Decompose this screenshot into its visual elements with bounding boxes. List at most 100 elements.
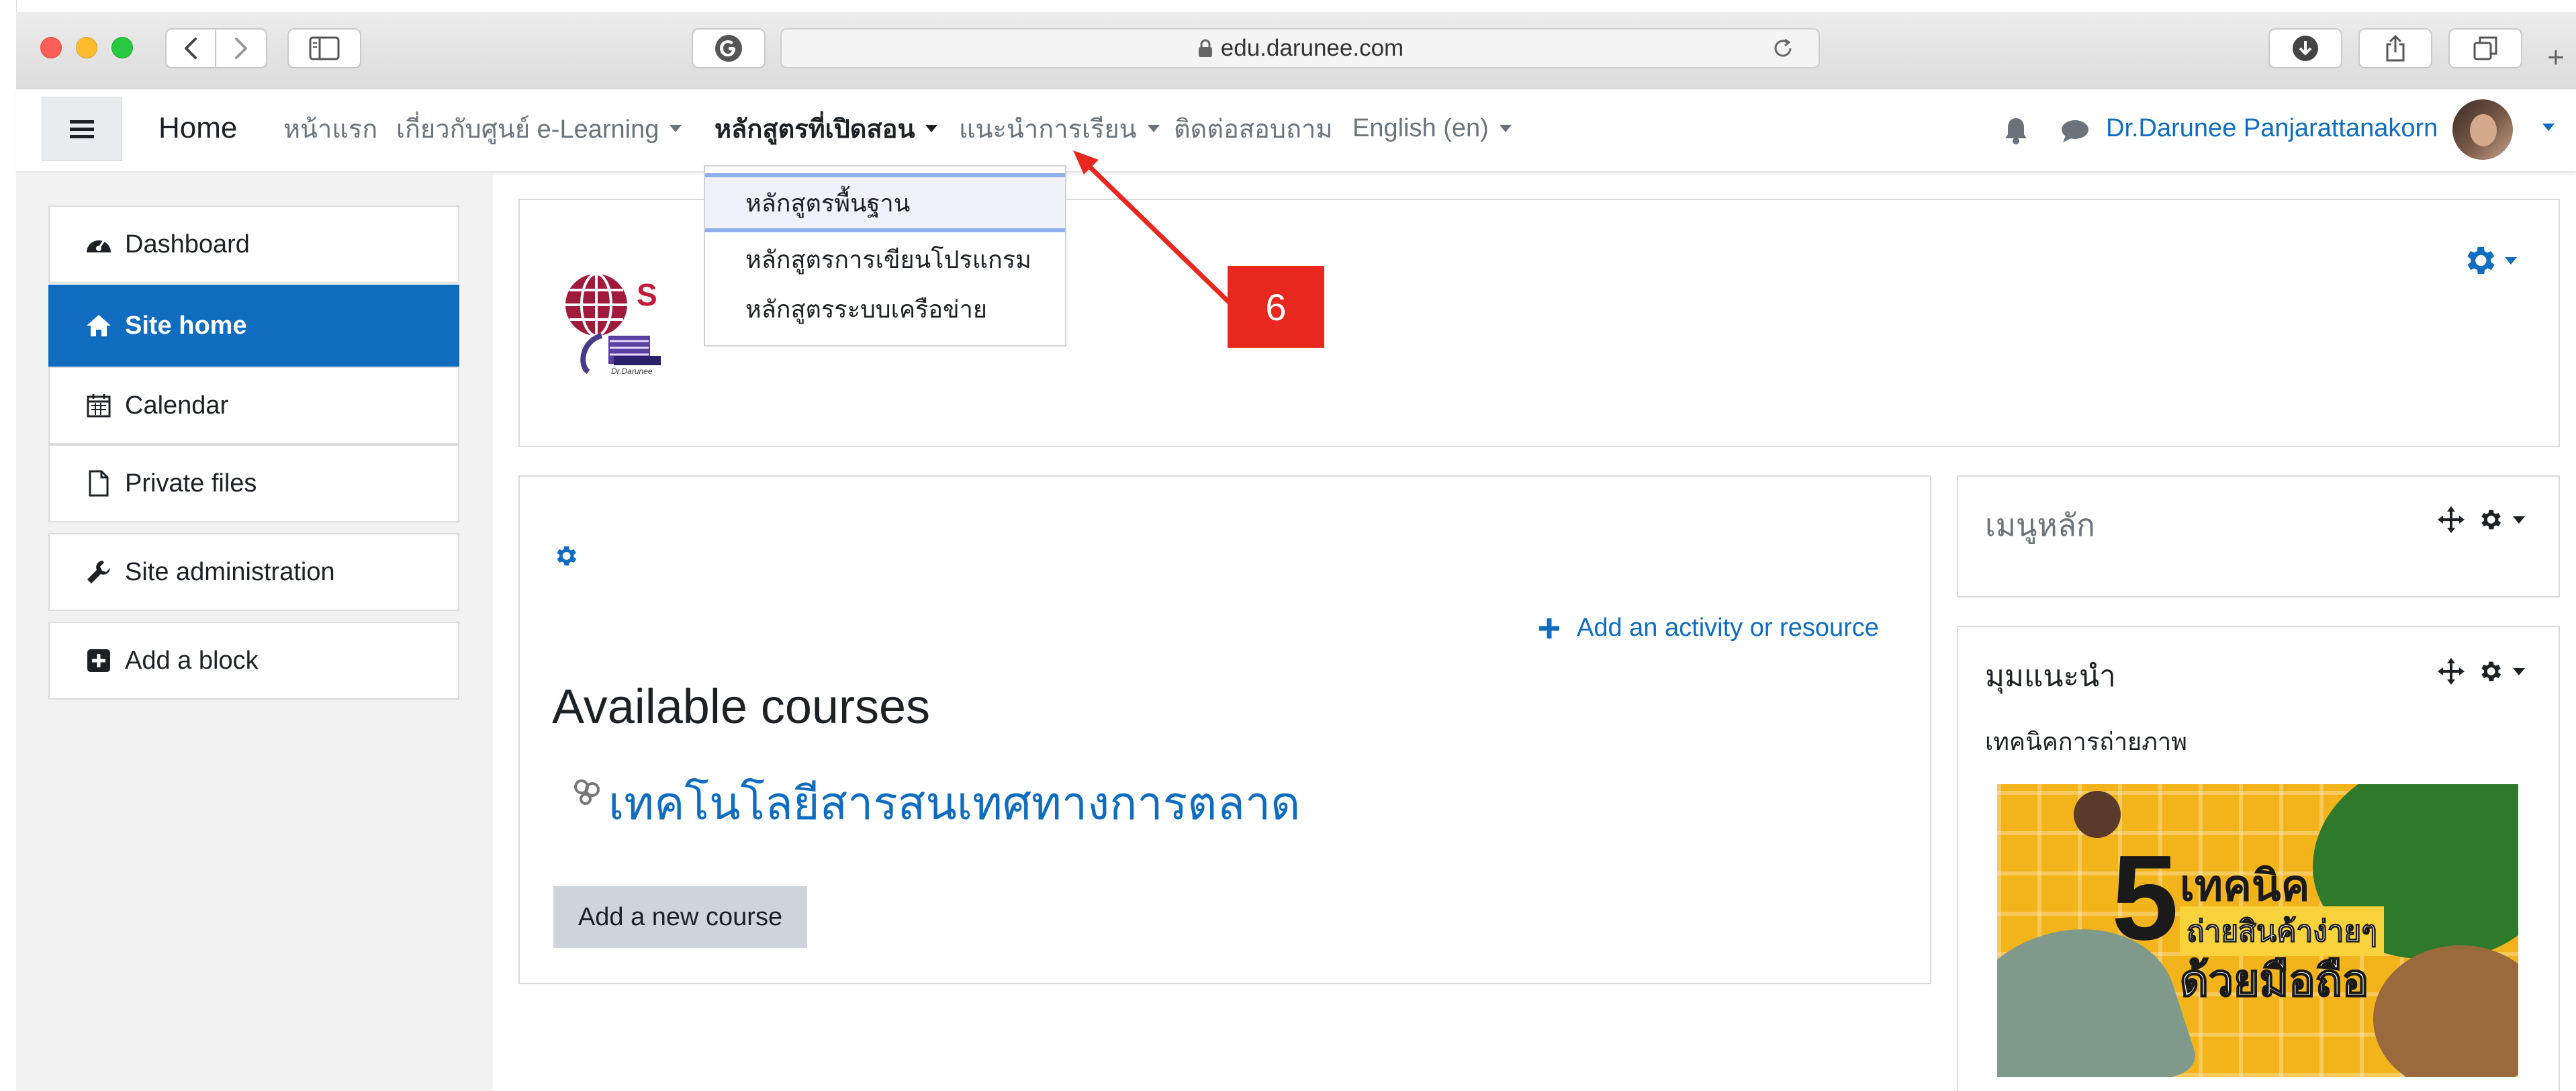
user-menu-toggle[interactable]	[2542, 122, 2555, 134]
user-name[interactable]: Dr.Darunee Panjarattanakorn	[2106, 107, 2438, 149]
gear-icon[interactable]	[2477, 658, 2503, 685]
maximize-window-button[interactable]	[111, 37, 133, 58]
navbar-brand[interactable]: Home	[158, 107, 237, 149]
annotation-step-badge: 6	[1228, 266, 1324, 348]
logo-letter: S	[637, 277, 657, 312]
add-activity-link[interactable]: Add an activity or resource	[1538, 614, 1879, 643]
bell-icon	[2005, 118, 2027, 144]
calendar-icon	[83, 390, 114, 421]
courses-dropdown-menu: หลักสูตรพื้นฐาน หลักสูตรการเขียนโปรแกรม …	[704, 165, 1066, 346]
dropdown-item-label: หลักสูตรการเขียนโปรแกรม	[745, 245, 1031, 273]
back-forward-buttons	[165, 28, 267, 68]
nav-item-guide[interactable]: แนะนำการเรียน	[959, 107, 1160, 149]
language-menu[interactable]: English (en)	[1352, 107, 1512, 149]
sidebar-item-label: Add a block	[125, 646, 259, 675]
plus-square-icon	[83, 645, 114, 676]
dropdown-item-label: หลักสูตรระบบเครือข่าย	[745, 295, 987, 323]
gear-icon	[2467, 246, 2495, 275]
nav-item-label: แนะนำการเรียน	[959, 115, 1137, 144]
close-window-button[interactable]	[40, 37, 62, 58]
dropdown-item-programming[interactable]: หลักสูตรการเขียนโปรแกรม	[705, 238, 1065, 281]
drawer-toggle-button[interactable]	[42, 97, 122, 161]
downloads-button[interactable]	[2268, 28, 2342, 68]
minimize-window-button[interactable]	[76, 37, 97, 58]
share-button[interactable]	[2358, 28, 2432, 68]
annotation-arrow	[1073, 150, 1231, 304]
move-icon[interactable]	[2436, 657, 2466, 686]
nav-item-label: หน้าแรก	[283, 115, 378, 144]
dropdown-item-label: หลักสูตรพื้นฐาน	[745, 189, 911, 217]
gear-icon[interactable]	[2477, 506, 2503, 533]
url-text: edu.darunee.com	[1220, 35, 1404, 61]
chevron-left-icon	[185, 38, 197, 59]
forward-button[interactable]	[216, 30, 266, 67]
sidebar-item-label: Site home	[125, 311, 247, 340]
add-block-button[interactable]: Add a block	[48, 622, 459, 700]
lock-icon	[1198, 39, 1212, 57]
chevron-right-icon	[235, 38, 248, 59]
reload-icon[interactable]	[1770, 36, 1796, 61]
caret-down-icon	[2513, 516, 2525, 524]
wrench-icon	[83, 557, 114, 587]
sidebar-item-calendar[interactable]: Calendar	[48, 367, 459, 444]
course-category-icon	[572, 777, 602, 810]
recommend-title: มุมแนะนำ	[1985, 660, 2116, 693]
language-label: English (en)	[1352, 113, 1489, 142]
tabs-overview-button[interactable]	[2448, 28, 2522, 68]
main-menu-title: เมนูหลัก	[1985, 508, 2095, 542]
sidebar-item-site-administration[interactable]: Site administration	[48, 533, 459, 611]
nav-item-label: เกี่ยวกับศูนย์ e-Learning	[396, 115, 659, 144]
plus-icon	[1539, 618, 1559, 638]
nav-item-label: หลักสูตรที่เปิดสอน	[715, 115, 915, 144]
sidebar-item-dashboard[interactable]: Dashboard	[48, 205, 459, 283]
caret-down-icon	[2542, 124, 2555, 131]
caret-down-icon	[2505, 256, 2517, 265]
caret-down-icon	[1499, 124, 1512, 132]
sidebar-icon	[309, 36, 340, 60]
nav-item-about[interactable]: เกี่ยวกับศูนย์ e-Learning	[396, 107, 682, 149]
google-button[interactable]	[692, 28, 766, 68]
tabs-icon	[2473, 36, 2497, 60]
sidebar-item-private-files[interactable]: Private files	[48, 444, 459, 522]
add-new-course-button[interactable]: Add a new course	[553, 886, 807, 948]
nav-item-home-thai[interactable]: หน้าแรก	[283, 107, 377, 149]
home-icon	[83, 310, 114, 341]
course-link[interactable]: เทคโนโลยีสารสนเทศทางการตลาด	[608, 767, 1300, 839]
caret-down-icon	[670, 124, 682, 132]
google-icon	[715, 35, 742, 62]
nav-item-contact[interactable]: ติดต่อสอบถาม	[1174, 107, 1332, 149]
back-button[interactable]	[167, 30, 217, 67]
dropdown-item-network[interactable]: หลักสูตรระบบเครือข่าย	[705, 287, 1065, 330]
sidebar-item-label: Dashboard	[125, 230, 250, 258]
section-edit-button[interactable]	[552, 542, 579, 573]
avatar[interactable]	[2452, 99, 2513, 160]
gear-icon	[557, 546, 577, 566]
recommend-subtitle: เทคนิคการถ่ายภาพ	[1985, 728, 2187, 755]
file-icon	[83, 468, 114, 499]
caret-down-icon	[925, 124, 938, 132]
share-icon	[2386, 34, 2405, 62]
sidebar-item-label: Private files	[125, 469, 257, 497]
hamburger-icon	[70, 120, 94, 138]
nav-item-courses[interactable]: หลักสูตรที่เปิดสอน	[715, 107, 938, 149]
logo-caption: Dr.Darunee	[611, 367, 653, 376]
address-bar[interactable]: edu.darunee.com	[780, 28, 1820, 68]
notifications-button[interactable]	[2003, 115, 2029, 148]
sidebar-item-label: Calendar	[125, 391, 229, 420]
site-logo[interactable]: S Dr.Darunee	[555, 271, 669, 379]
recommend-controls[interactable]	[2436, 657, 2525, 686]
page-settings-menu[interactable]	[2460, 242, 2517, 279]
photo-tips-banner[interactable]: 5 เทคนิค ถ่ายสินค้าง่ายๆ ด้วยมือถือ	[1997, 784, 2518, 1077]
caret-down-icon	[2513, 667, 2525, 675]
dropdown-item-basic[interactable]: หลักสูตรพื้นฐาน	[705, 173, 1065, 232]
messages-button[interactable]	[2060, 118, 2090, 147]
move-icon[interactable]	[2436, 505, 2466, 534]
new-tab-button[interactable]: +	[2536, 38, 2576, 78]
window-edge	[0, 0, 17, 1091]
caret-down-icon	[1147, 124, 1160, 132]
main-menu-controls[interactable]	[2436, 505, 2525, 534]
download-icon	[2293, 36, 2318, 61]
sidebar-item-site-home[interactable]: Site home	[48, 285, 459, 367]
sidebar-toggle-button[interactable]	[287, 28, 361, 68]
dashboard-icon	[83, 229, 114, 260]
